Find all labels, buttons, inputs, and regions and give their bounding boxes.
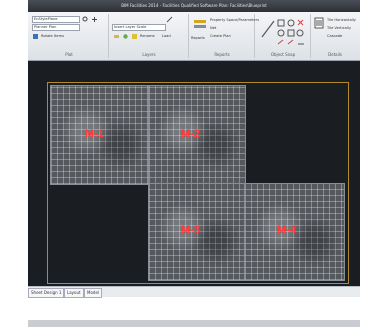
property-space-button[interactable]: Property Space/Parameters bbox=[210, 18, 259, 22]
layout-tab-bar: Sheet Design 1 Layout Model bbox=[28, 286, 360, 298]
insert-layer-scale-label: Insert Layer Scale bbox=[114, 25, 147, 29]
ribbon-group-reports-label: Reports bbox=[214, 52, 230, 57]
tab-sheet-design[interactable]: Sheet Design 1 bbox=[28, 288, 65, 298]
drawing-canvas[interactable]: M-1 M-2 M-3 M-4 bbox=[28, 61, 360, 286]
rotate-icon[interactable] bbox=[32, 33, 39, 40]
tile-horizontally-button[interactable]: Tile Horizontally bbox=[327, 18, 356, 22]
layer-freeze-icon[interactable] bbox=[122, 33, 129, 40]
reports-button[interactable]: Reports bbox=[191, 36, 205, 40]
zoom-icon[interactable] bbox=[82, 16, 89, 23]
ribbon-group-details: Tile Horizontally Tile Vertically Cascad… bbox=[312, 14, 358, 58]
ribbon: EnStylePlane Planner Plan Rotate Items P… bbox=[28, 12, 360, 61]
ribbon-group-layers: Insert Layer Scale Rename Load Layers bbox=[110, 14, 189, 58]
ribbon-group-plot: EnStylePlane Planner Plan Rotate Items P… bbox=[30, 14, 109, 58]
ribbon-group-details-label: Details bbox=[328, 52, 342, 57]
snap-tools-icon[interactable] bbox=[260, 17, 306, 47]
pan-icon[interactable] bbox=[91, 16, 98, 23]
title-bar: BIM Facilities 2014 - Facilities Qualifi… bbox=[28, 0, 360, 12]
rename-button[interactable]: Rename bbox=[140, 34, 155, 38]
load-button[interactable]: Load bbox=[162, 34, 171, 38]
ribbon-group-layers-label: Layers bbox=[142, 52, 156, 57]
ribbon-group-reports: Reports Property Space/Parameters Net Cr… bbox=[190, 14, 259, 58]
application-window: BIM Facilities 2014 - Facilities Qualifi… bbox=[28, 0, 360, 336]
layer-properties-icon[interactable] bbox=[113, 33, 120, 40]
ribbon-group-object-snap: Object Snap bbox=[256, 14, 311, 58]
layer-tools-icon[interactable] bbox=[166, 16, 173, 23]
ribbon-group-plot-label: Plot bbox=[65, 52, 73, 57]
create-plan-button[interactable]: Create Plan bbox=[210, 34, 231, 38]
ribbon-group-object-snap-label: Object Snap bbox=[270, 52, 296, 57]
net-button[interactable]: Net bbox=[210, 26, 216, 30]
drawing-extents-frame bbox=[47, 82, 349, 284]
report-icon[interactable] bbox=[193, 18, 207, 32]
rotate-items-button[interactable]: Rotate Items bbox=[41, 34, 64, 38]
cascade-button[interactable]: Cascade bbox=[327, 34, 342, 38]
details-icon[interactable] bbox=[314, 17, 324, 29]
plot-style-label: EnStylePlane bbox=[34, 17, 58, 21]
command-bar[interactable] bbox=[28, 320, 360, 327]
layer-color-icon[interactable] bbox=[131, 33, 138, 40]
tab-model[interactable]: Model bbox=[84, 288, 103, 298]
tile-vertically-button[interactable]: Tile Vertically bbox=[327, 26, 351, 30]
tab-layout[interactable]: Layout bbox=[64, 288, 84, 298]
planner-plan-label: Planner Plan bbox=[34, 25, 57, 29]
